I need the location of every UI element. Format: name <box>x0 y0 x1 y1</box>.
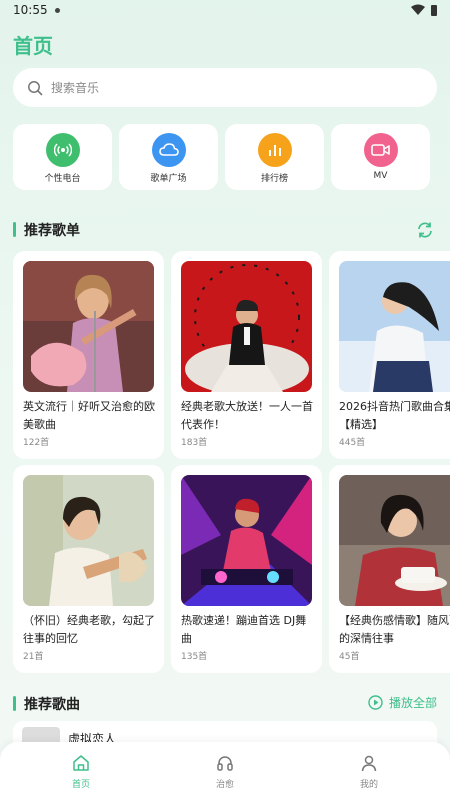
wifi-icon <box>411 4 425 15</box>
page-title: 首页 <box>13 34 53 58</box>
radio-icon <box>46 133 80 167</box>
quick-link-playlist-square[interactable]: 歌单广场 <box>119 124 218 190</box>
playlist-track-count: 183首 <box>181 438 208 448</box>
playlist-cover-image <box>181 261 312 392</box>
recommended-playlists-header: 推荐歌单 <box>13 220 437 240</box>
playlist-grid: 英文流行｜好听又治愈的欧美歌曲 122首 经典老歌大放送！一人一首代表作！ 18… <box>13 251 450 676</box>
status-time: 10:55 <box>13 3 48 17</box>
play-all-label: 播放全部 <box>388 696 437 710</box>
playlist-track-count: 21首 <box>23 652 44 662</box>
nav-label: 我的 <box>359 780 378 790</box>
quick-link-radio[interactable]: 个性电台 <box>13 124 112 190</box>
playlist-card[interactable]: 【经典伤感情歌】随风而去的深情往事 45首 <box>329 465 450 673</box>
playlist-cover-image <box>339 261 450 392</box>
playlist-card[interactable]: 2026抖音热门歌曲合集【精选】 445首 <box>329 251 450 459</box>
search-input[interactable] <box>51 80 411 95</box>
playlist-track-count: 445首 <box>339 438 366 448</box>
section-title: 推荐歌曲 <box>24 697 80 713</box>
bottom-navigation: 首页 治愈 我的 <box>0 742 450 800</box>
playlist-name: （怀旧）经典老歌，勾起了往事的回忆 <box>23 614 155 645</box>
playlist-track-count: 122首 <box>23 438 50 448</box>
chart-bars-icon <box>258 133 292 167</box>
section-title: 推荐歌单 <box>24 223 80 239</box>
quick-links: 个性电台 歌单广场 排行榜 MV <box>13 124 437 190</box>
playlist-cover-image <box>23 261 154 392</box>
cloud-icon <box>152 133 186 167</box>
section-accent-bar <box>13 222 16 237</box>
playlist-card[interactable]: 经典老歌大放送！一人一首代表作！ 183首 <box>171 251 322 459</box>
quick-link-label: MV <box>373 171 388 181</box>
notification-dot-icon <box>55 8 60 13</box>
playlist-card[interactable]: 英文流行｜好听又治愈的欧美歌曲 122首 <box>13 251 164 459</box>
quick-link-label: 歌单广场 <box>150 174 187 184</box>
refresh-icon[interactable] <box>416 221 434 239</box>
playlist-card[interactable]: （怀旧）经典老歌，勾起了往事的回忆 21首 <box>13 465 164 673</box>
play-circle-icon <box>368 695 383 710</box>
person-icon <box>361 755 377 772</box>
playlist-track-count: 135首 <box>181 652 208 662</box>
recommended-songs-header: 推荐歌曲 播放全部 <box>13 694 437 714</box>
status-bar: 10:55 <box>0 0 450 22</box>
playlist-name: 【经典伤感情歌】随风而去的深情往事 <box>339 614 450 645</box>
playlist-track-count: 45首 <box>339 652 360 662</box>
nav-item-mine[interactable]: 我的 <box>294 742 444 800</box>
nav-item-home[interactable]: 首页 <box>6 742 156 800</box>
playlist-card[interactable]: 热歌速递！蹦迪首选 DJ舞曲 135首 <box>171 465 322 673</box>
home-icon <box>73 755 89 771</box>
play-all-button[interactable]: 播放全部 <box>368 694 437 711</box>
playlist-cover-image <box>181 475 312 606</box>
search-bar[interactable] <box>13 68 437 107</box>
headphones-icon <box>217 756 233 771</box>
playlist-cover-image <box>23 475 154 606</box>
video-camera-icon <box>364 133 398 167</box>
battery-icon <box>431 5 437 16</box>
nav-label: 治愈 <box>215 780 234 790</box>
playlist-name: 经典老歌大放送！一人一首代表作！ <box>181 400 313 431</box>
quick-link-label: 个性电台 <box>44 174 81 184</box>
nav-label: 首页 <box>71 780 90 790</box>
playlist-name: 2026抖音热门歌曲合集【精选】 <box>339 400 450 431</box>
playlist-name: 热歌速递！蹦迪首选 DJ舞曲 <box>181 614 307 645</box>
playlist-cover-image <box>339 475 450 606</box>
quick-link-label: 排行榜 <box>260 174 288 184</box>
nav-item-healing[interactable]: 治愈 <box>150 742 300 800</box>
playlist-name: 英文流行｜好听又治愈的欧美歌曲 <box>23 400 155 431</box>
section-accent-bar <box>13 696 16 711</box>
quick-link-charts[interactable]: 排行榜 <box>225 124 324 190</box>
search-icon <box>28 80 43 95</box>
quick-link-mv[interactable]: MV <box>331 124 430 190</box>
